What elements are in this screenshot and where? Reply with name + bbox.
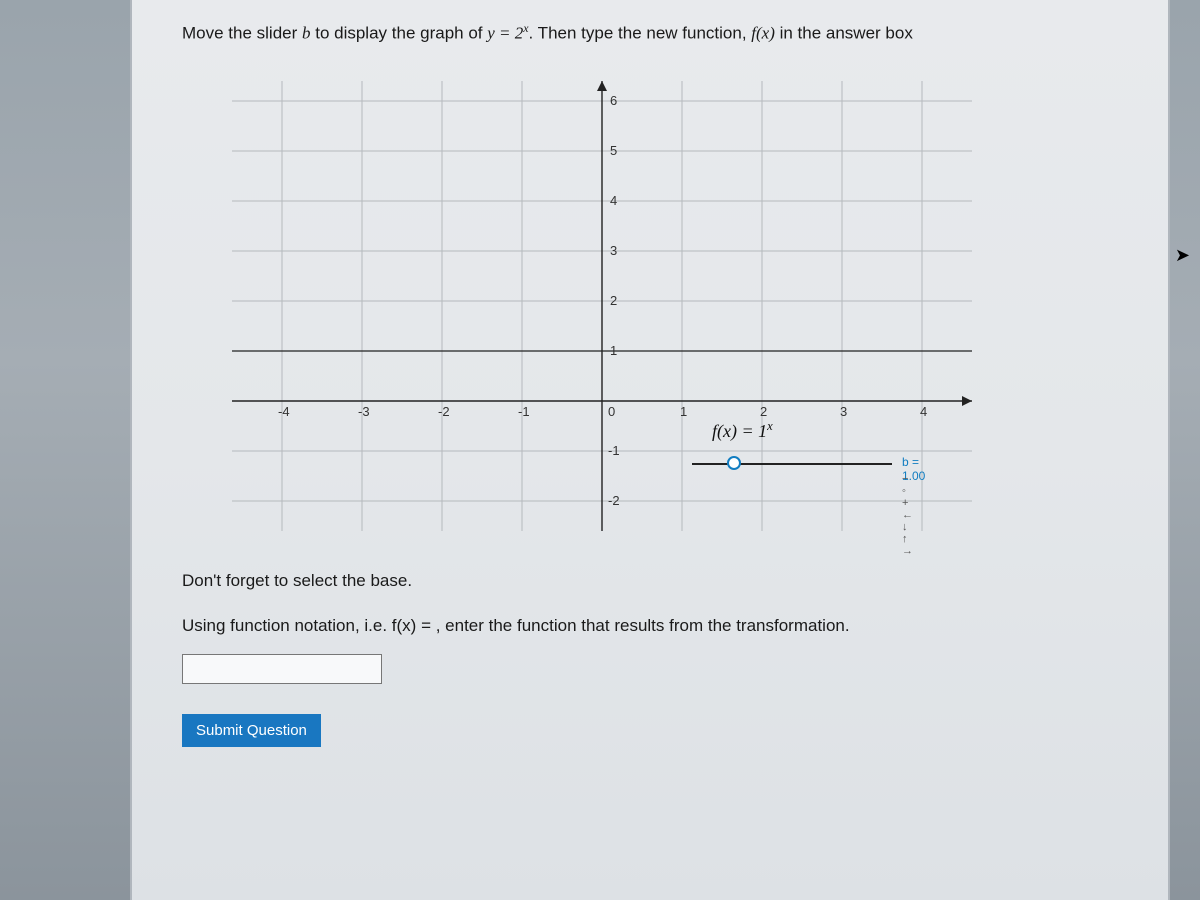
fx-exp: x: [767, 419, 773, 433]
tick-x: 0: [608, 404, 615, 419]
tick-x: 4: [920, 404, 927, 419]
slider-buttons[interactable]: − ◦ + ← ↓ ↑ →: [902, 473, 915, 557]
tick-x: -3: [358, 404, 370, 419]
tick-x: -1: [518, 404, 530, 419]
tick-y: 6: [610, 93, 617, 108]
tick-x: 3: [840, 404, 847, 419]
tick-y: -1: [608, 443, 620, 458]
y-arrow-icon: [597, 81, 607, 91]
tick-y: 3: [610, 243, 617, 258]
fx: f(x): [751, 24, 775, 43]
submit-question-button[interactable]: Submit Question: [182, 714, 321, 747]
question-card: Move the slider b to display the graph o…: [130, 0, 1170, 900]
fx-text: f(x) = 1: [712, 421, 767, 441]
tick-y: 5: [610, 143, 617, 158]
slider-track[interactable]: [692, 463, 892, 465]
instruction-text: Move the slider b to display the graph o…: [182, 20, 1138, 46]
text: to display the graph of: [311, 24, 488, 43]
eq-y: y = 2: [487, 24, 523, 43]
text: Move the slider: [182, 24, 302, 43]
slider-b[interactable]: b = 1.00 − ◦ + ← ↓ ↑ →: [692, 463, 892, 465]
tick-x: 2: [760, 404, 767, 419]
note-function-notation: Using function notation, i.e. f(x) = , e…: [182, 616, 1138, 636]
cursor-icon: ➤: [1175, 245, 1190, 266]
tick-x: 1: [680, 404, 687, 419]
coordinate-plane: -4 -3 -2 -1 0 1 2 3 4 1 2 3 4 5 6 -1 -2: [212, 71, 992, 541]
function-label: f(x) = 1x: [712, 419, 773, 442]
answer-input[interactable]: [182, 654, 382, 684]
text: . Then type the new function,: [529, 24, 752, 43]
tick-x: -2: [438, 404, 450, 419]
x-arrow-icon: [962, 396, 972, 406]
var-b: b: [302, 24, 311, 43]
text: in the answer box: [775, 24, 913, 43]
graph-area[interactable]: -4 -3 -2 -1 0 1 2 3 4 1 2 3 4 5 6 -1 -2 …: [212, 71, 992, 541]
tick-x: -4: [278, 404, 290, 419]
tick-y: 2: [610, 293, 617, 308]
note-base: Don't forget to select the base.: [182, 571, 1138, 591]
tick-y: 1: [610, 343, 617, 358]
tick-y: 4: [610, 193, 617, 208]
tick-y: -2: [608, 493, 620, 508]
